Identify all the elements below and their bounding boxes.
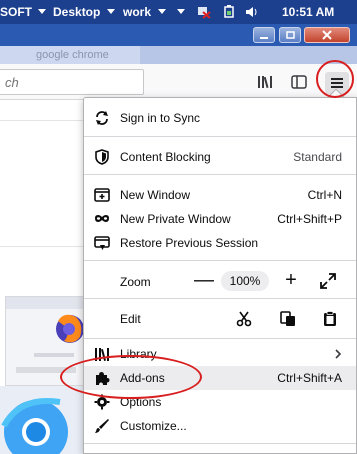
network-error-icon[interactable] <box>197 5 211 19</box>
restore-icon <box>94 236 110 250</box>
search-input[interactable] <box>5 75 135 90</box>
hamburger-icon-bar <box>331 86 343 88</box>
taskbar-item-desktop[interactable]: Desktop <box>53 5 100 19</box>
menu-item-label: New Private Window <box>120 212 231 226</box>
cut-icon[interactable] <box>236 311 252 327</box>
chevron-down-icon[interactable] <box>38 9 46 14</box>
menu-item-customize[interactable]: Customize... <box>84 414 356 438</box>
tray-expand-icon[interactable] <box>177 9 185 14</box>
shortcut-label: Ctrl+N <box>307 188 342 202</box>
page-divider <box>0 120 83 121</box>
navigation-toolbar <box>0 64 357 100</box>
taskbar-item-soft[interactable]: SOFT <box>0 5 32 19</box>
new-window-icon <box>94 188 110 202</box>
close-button[interactable] <box>304 27 350 43</box>
menu-item-label: Sign in to Sync <box>120 111 201 125</box>
menu-item-label: Library <box>120 347 157 361</box>
menu-separator <box>84 174 356 175</box>
menu-item-label: Content Blocking <box>120 150 211 164</box>
url-bar[interactable] <box>0 69 144 95</box>
zoom-label: Zoom <box>120 275 151 289</box>
menu-item-label: Add-ons <box>120 371 165 385</box>
menu-item-options[interactable]: Options <box>84 390 356 414</box>
zoom-controls: Zoom — 100% + <box>84 265 356 297</box>
restore-window-icon <box>286 31 295 39</box>
edit-label: Edit <box>120 312 141 326</box>
copy-icon[interactable] <box>280 311 296 327</box>
windows-taskbar: SOFT Desktop work 10:51 AM <box>0 0 357 24</box>
menu-item-new-window[interactable]: New Window Ctrl+N <box>84 183 356 207</box>
menu-item-label: New Window <box>120 188 191 202</box>
menu-item-content-blocking[interactable]: Content Blocking Standard <box>84 145 356 169</box>
mask-icon <box>95 215 109 222</box>
chevron-down-icon[interactable] <box>107 9 115 14</box>
chevron-down-icon[interactable] <box>158 9 166 14</box>
clock[interactable]: 10:51 AM <box>282 5 334 19</box>
browser-tab[interactable]: google chrome <box>0 46 140 64</box>
gear-icon <box>94 394 110 410</box>
hamburger-icon-bar <box>331 82 343 84</box>
tab-title: google chrome <box>36 49 109 61</box>
hamburger-icon <box>331 78 343 80</box>
menu-separator <box>84 443 356 444</box>
zoom-reset-button[interactable]: 100% <box>221 271 269 291</box>
page-thumbnail[interactable] <box>0 386 83 454</box>
library-icon <box>95 348 109 362</box>
menu-separator <box>84 136 356 137</box>
shortcut-label: Ctrl+Shift+P <box>277 212 342 226</box>
minimize-icon <box>260 37 268 39</box>
edit-controls: Edit <box>84 303 356 335</box>
zoom-in-button[interactable]: + <box>279 269 303 293</box>
content-blocking-status: Standard <box>293 150 342 164</box>
menu-item-addons[interactable]: Add-ons Ctrl+Shift+A <box>84 366 356 390</box>
menu-separator <box>84 338 356 339</box>
page-thumbnail[interactable] <box>5 296 85 386</box>
fullscreen-icon[interactable] <box>320 273 336 289</box>
menu-separator <box>84 298 356 299</box>
menu-item-label: Restore Previous Session <box>120 236 259 250</box>
minimize-button[interactable] <box>253 27 275 43</box>
tab-strip: google chrome <box>0 46 357 64</box>
paste-icon[interactable] <box>322 311 338 327</box>
firefox-logo-icon <box>6 297 84 373</box>
taskbar-item-work[interactable]: work <box>123 5 151 19</box>
page-divider <box>0 246 83 247</box>
menu-item-sync[interactable]: Sign in to Sync <box>84 106 356 130</box>
brush-icon <box>95 419 109 433</box>
app-menu-panel: Sign in to Sync Content Blocking Standar… <box>83 97 357 454</box>
bookshelf-icon[interactable] <box>256 73 274 91</box>
menu-item-restore-session[interactable]: Restore Previous Session <box>84 231 356 255</box>
power-icon[interactable] <box>222 5 236 19</box>
shortcut-label: Ctrl+Shift+A <box>277 371 342 385</box>
volume-icon[interactable] <box>245 5 259 19</box>
puzzle-icon <box>96 372 110 385</box>
menu-item-label: Customize... <box>120 419 187 433</box>
shield-icon <box>95 149 109 165</box>
close-icon <box>322 30 332 40</box>
menu-item-private-window[interactable]: New Private Window Ctrl+Shift+P <box>84 207 356 231</box>
zoom-out-button[interactable]: — <box>192 269 216 293</box>
sync-icon <box>96 111 108 125</box>
maximize-button[interactable] <box>279 27 301 43</box>
chrome-logo-icon <box>1 398 68 454</box>
window-titlebar <box>0 24 357 46</box>
menu-item-label: Options <box>120 395 162 409</box>
chevron-right-icon <box>335 349 342 359</box>
sidebar-icon[interactable] <box>290 73 308 91</box>
menu-separator <box>84 260 356 261</box>
menu-item-library[interactable]: Library <box>84 342 356 366</box>
